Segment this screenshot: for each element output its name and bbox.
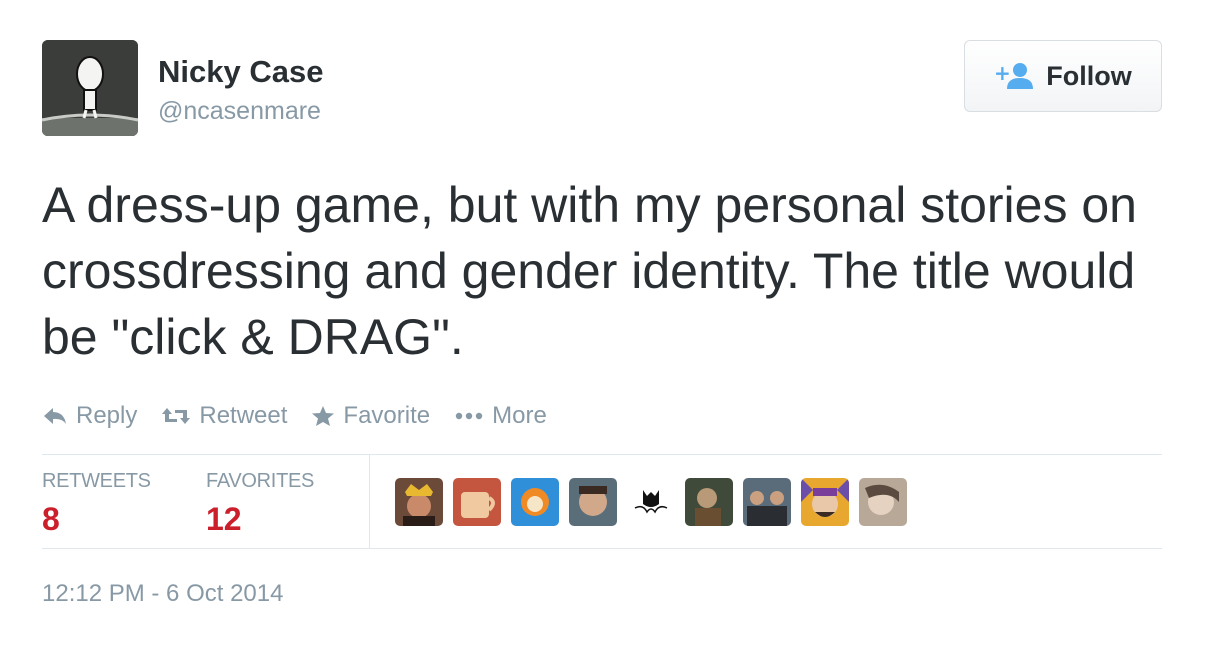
tweet-timestamp[interactable]: 12:12 PM - 6 Oct 2014 bbox=[42, 580, 283, 608]
retweets-count: 8 bbox=[42, 501, 60, 537]
favorited-by-avatars bbox=[395, 478, 917, 526]
favorite-label: Favorite bbox=[343, 402, 431, 429]
follow-button[interactable]: + Follow bbox=[964, 40, 1162, 112]
profile-avatar[interactable] bbox=[42, 40, 138, 136]
retweet-label: Retweet bbox=[199, 402, 288, 429]
favorite-button[interactable]: Favorite bbox=[311, 402, 430, 430]
stats-vertical-divider bbox=[369, 455, 370, 548]
user-name[interactable]: Nicky Case bbox=[158, 54, 323, 90]
svg-text:+: + bbox=[994, 61, 1011, 85]
user-avatar-6[interactable] bbox=[685, 478, 733, 526]
profile-avatar-image bbox=[42, 40, 138, 136]
favorites-count: 12 bbox=[206, 501, 242, 537]
stats-divider-top bbox=[42, 454, 1162, 455]
retweet-button[interactable]: Retweet bbox=[161, 402, 287, 430]
more-label: More bbox=[492, 402, 547, 429]
user-avatar-9[interactable] bbox=[859, 478, 907, 526]
add-user-icon: + bbox=[994, 61, 1034, 91]
retweets-stat[interactable]: RETWEETS 8 bbox=[42, 470, 151, 538]
user-avatar-7[interactable] bbox=[743, 478, 791, 526]
favorites-stat[interactable]: FAVORITES 12 bbox=[206, 470, 314, 538]
user-avatar-2[interactable] bbox=[453, 478, 501, 526]
retweets-label: RETWEETS bbox=[42, 470, 151, 492]
user-handle[interactable]: @ncasenmare bbox=[158, 97, 321, 126]
follow-button-label: Follow bbox=[1046, 60, 1132, 91]
reply-icon bbox=[42, 406, 68, 426]
user-avatar-1[interactable] bbox=[395, 478, 443, 526]
more-dots-icon bbox=[454, 411, 484, 421]
user-avatar-5[interactable] bbox=[627, 478, 675, 526]
favorites-label: FAVORITES bbox=[206, 470, 315, 492]
reply-label: Reply bbox=[76, 402, 138, 429]
user-avatar-4[interactable] bbox=[569, 478, 617, 526]
star-icon bbox=[311, 405, 335, 427]
user-avatar-8[interactable] bbox=[801, 478, 849, 526]
tweet-text: A dress-up game, but with my personal st… bbox=[42, 177, 1137, 365]
stats-divider-bottom bbox=[42, 548, 1162, 549]
tweet-actions: Reply Retweet Favorite More bbox=[42, 398, 571, 434]
more-button[interactable]: More bbox=[454, 402, 547, 430]
retweet-icon bbox=[161, 406, 191, 426]
user-avatar-3[interactable] bbox=[511, 478, 559, 526]
reply-button[interactable]: Reply bbox=[42, 402, 137, 430]
